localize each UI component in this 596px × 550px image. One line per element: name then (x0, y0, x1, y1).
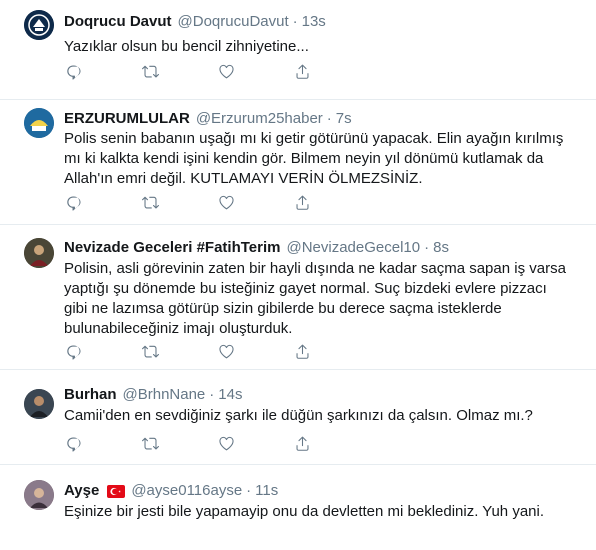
like-icon (218, 343, 235, 365)
timestamp[interactable]: 14s (218, 385, 242, 405)
tweet-text: Camii'den en sevdiğiniz şarkı ile düğün … (64, 407, 533, 424)
tweet-text-line: Polisin, asli görevinin zaten bir hayli … (64, 260, 566, 277)
tweet-actions (64, 344, 308, 364)
tweet-text: Eşinize bir jesti bile yapamayip onu da … (64, 503, 544, 520)
tweet-actions (64, 436, 308, 456)
tweet-text-line: Polis senin babanın uşağı mı ki getir gö… (64, 130, 564, 147)
author-name[interactable]: ERZURUMLULAR (64, 109, 190, 129)
author-name[interactable]: Burhan (64, 385, 117, 405)
timestamp[interactable]: 11s (255, 481, 278, 501)
author-name[interactable]: Nevizade Geceleri #FatihTerim (64, 238, 280, 258)
share-icon (294, 435, 311, 457)
tweet-header: Ayşe @ayse0116ayse · 11s (64, 481, 278, 501)
like-icon (218, 63, 235, 85)
tweet-text: Polisin, asli görevinin zaten bir hayli … (64, 259, 574, 339)
separator: · (292, 13, 298, 30)
retweet-button[interactable] (140, 64, 160, 84)
tweet[interactable]: ERZURUMLULAR @Erzurum25haber · 7s Polis … (0, 100, 596, 224)
separator: · (326, 110, 332, 127)
reply-icon (66, 194, 83, 216)
reply-icon (66, 63, 83, 85)
tweet-text-line: Allah'ın emri değil. KUTLAMAYI VERİN ÖLM… (64, 170, 423, 187)
share-button[interactable] (292, 195, 312, 215)
avatar[interactable] (24, 10, 54, 40)
like-button[interactable] (216, 344, 236, 364)
reply-button[interactable] (64, 195, 84, 215)
like-icon (218, 435, 235, 457)
timestamp[interactable]: 8s (433, 238, 449, 258)
reply-icon (66, 435, 83, 457)
share-icon (294, 343, 311, 365)
avatar[interactable] (24, 108, 54, 138)
author-handle[interactable]: @Erzurum25haber (196, 109, 323, 129)
like-button[interactable] (216, 195, 236, 215)
author-handle[interactable]: @BrhnNane (123, 385, 206, 405)
tweet-header: Nevizade Geceleri #FatihTerim @NevizadeG… (64, 238, 449, 258)
avatar[interactable] (24, 389, 54, 419)
reply-button[interactable] (64, 436, 84, 456)
retweet-button[interactable] (140, 344, 160, 364)
avatar[interactable] (24, 480, 54, 510)
timestamp[interactable]: 7s (336, 109, 352, 129)
share-button[interactable] (292, 436, 312, 456)
reply-button[interactable] (64, 64, 84, 84)
author-name[interactable]: Ayşe (64, 481, 99, 501)
tweet[interactable]: Burhan @BrhnNane · 14s Camii'den en sevd… (0, 370, 596, 464)
reply-icon (66, 343, 83, 365)
avatar[interactable] (24, 238, 54, 268)
share-icon (294, 63, 311, 85)
tweet[interactable]: Nevizade Geceleri #FatihTerim @NevizadeG… (0, 225, 596, 369)
reply-button[interactable] (64, 344, 84, 364)
separator: · (209, 386, 215, 403)
tweet-header: Burhan @BrhnNane · 14s (64, 385, 242, 405)
separator: · (424, 239, 430, 256)
author-handle[interactable]: @ayse0116ayse (131, 481, 242, 501)
author-handle[interactable]: @NevizadeGecel10 (286, 238, 420, 258)
tweet-header: ERZURUMLULAR @Erzurum25haber · 7s (64, 109, 352, 129)
share-icon (294, 194, 311, 216)
author-name[interactable]: Doqrucu Davut (64, 12, 172, 32)
share-button[interactable] (292, 64, 312, 84)
tweet-text: Yazıklar olsun bu bencil zihniyetine... (64, 38, 309, 55)
like-button[interactable] (216, 436, 236, 456)
author-handle[interactable]: @DoqrucuDavut (178, 12, 289, 32)
tweet[interactable]: Ayşe @ayse0116ayse · 11s Eşinize bir jes… (0, 465, 596, 550)
tweet-text-line: yaptığı şu dönemde bu isteğiniz gayet no… (64, 280, 547, 297)
retweet-button[interactable] (140, 195, 160, 215)
tweet-header: Doqrucu Davut @DoqrucuDavut · 13s (64, 12, 326, 32)
like-icon (218, 194, 235, 216)
retweet-icon (141, 343, 159, 365)
tweet-actions (64, 195, 308, 215)
tweet-text-line: bulunabileceğiniz imajı oluşturduk. (64, 320, 293, 337)
turkey-flag-icon (107, 484, 126, 498)
retweet-icon (141, 63, 159, 85)
share-button[interactable] (292, 344, 312, 364)
tweet-text: Polis senin babanın uşağı mı ki getir gö… (64, 129, 574, 189)
retweet-icon (141, 194, 159, 216)
retweet-icon (141, 435, 159, 457)
tweet-text-line: mı ki kalkta kendi işini kendin gör. Bil… (64, 150, 544, 167)
tweet[interactable]: Doqrucu Davut @DoqrucuDavut · 13s Yazıkl… (0, 0, 596, 100)
retweet-button[interactable] (140, 436, 160, 456)
tweet-actions (64, 64, 308, 84)
timestamp[interactable]: 13s (302, 12, 326, 32)
like-button[interactable] (216, 64, 236, 84)
separator: · (246, 482, 252, 499)
tweet-text-line: gibi ne lazımsa götürüp sizin gibilerde … (64, 300, 502, 317)
